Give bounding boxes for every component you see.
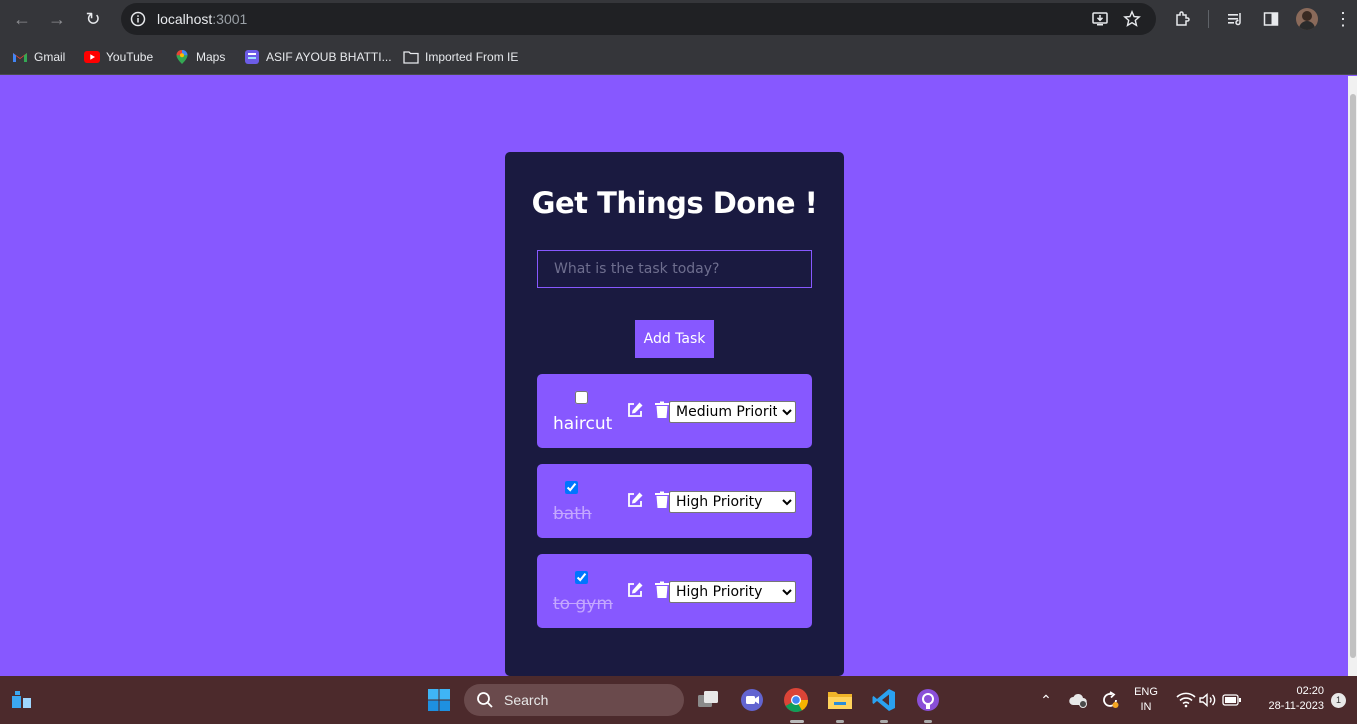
bookmark-label: Gmail: [34, 50, 66, 64]
task-item: to gym Low Priority Medium Priority High…: [537, 554, 812, 628]
task-label: bath: [553, 504, 592, 524]
delete-icon[interactable]: [654, 581, 670, 599]
app-title: Get Things Done !: [531, 186, 818, 220]
language-region: IN: [1140, 701, 1152, 713]
url-text: localhost:3001: [157, 11, 247, 27]
bookmark-label: Imported From IE: [425, 50, 519, 64]
page-scrollbar-thumb[interactable]: [1350, 94, 1356, 658]
site-info-icon[interactable]: [130, 11, 146, 27]
bookmark-label: ASIF AYOUB BHATTI...: [266, 50, 392, 64]
github-running-indicator: [924, 720, 932, 723]
language-indicator[interactable]: ENG IN: [1130, 686, 1162, 713]
delete-icon[interactable]: [654, 401, 670, 419]
task-complete-checkbox[interactable]: [575, 391, 588, 404]
bookmark-label: Maps: [196, 50, 226, 64]
edit-icon[interactable]: [626, 401, 644, 419]
clock-time: 02:20: [1296, 685, 1324, 697]
bookmark-star-icon[interactable]: [1123, 10, 1141, 28]
bookmark-maps[interactable]: Maps: [174, 47, 225, 67]
vscode-icon[interactable]: [868, 684, 900, 716]
github-desktop-icon[interactable]: [912, 684, 944, 716]
delete-icon[interactable]: [654, 491, 670, 509]
maps-icon: [174, 49, 190, 65]
add-task-button[interactable]: Add Task: [635, 320, 714, 358]
side-panel-icon[interactable]: [1260, 8, 1282, 30]
bookmark-profile-app[interactable]: ASIF AYOUB BHATTI...: [244, 47, 392, 67]
task-complete-checkbox[interactable]: [565, 481, 578, 494]
gmail-icon: [12, 49, 28, 65]
notification-badge[interactable]: 1: [1331, 693, 1346, 708]
youtube-icon: [84, 49, 100, 65]
todo-card: Get Things Done ! Add Task haircut Low P…: [505, 152, 844, 676]
toolbar-divider: [1208, 10, 1209, 28]
taskbar-search[interactable]: Search: [464, 684, 684, 716]
install-app-icon[interactable]: [1091, 10, 1109, 28]
bookmarks-bar: Gmail YouTube Maps ASIF AYOUB BHATTI... …: [0, 38, 1357, 75]
edit-icon[interactable]: [626, 491, 644, 509]
update-refresh-icon[interactable]: [1094, 684, 1126, 716]
task-label: haircut: [553, 414, 613, 434]
vscode-running-indicator: [880, 720, 888, 723]
edit-icon[interactable]: [626, 581, 644, 599]
start-windows-icon[interactable]: [423, 684, 455, 716]
address-bar[interactable]: localhost:3001: [121, 3, 1156, 35]
chrome-running-indicator: [790, 720, 804, 723]
reload-icon[interactable]: ↻: [82, 8, 104, 30]
file-explorer-icon[interactable]: [824, 684, 856, 716]
chrome-menu-icon[interactable]: ⋮: [1332, 8, 1354, 30]
url-host: localhost: [157, 11, 213, 27]
priority-select[interactable]: Low Priority Medium Priority High Priori…: [669, 581, 796, 603]
media-control-icon[interactable]: [1224, 8, 1246, 30]
priority-select[interactable]: Low Priority Medium Priority High Priori…: [669, 401, 796, 423]
clock[interactable]: 02:20 28-11-2023: [1254, 685, 1324, 712]
bookmark-label: YouTube: [106, 50, 154, 64]
windows-taskbar: Search ⌃ ENG IN 02:20 28-11-2023 1: [0, 676, 1357, 724]
back-icon[interactable]: ←: [11, 8, 33, 30]
teams-chat-icon[interactable]: [736, 684, 768, 716]
profile-app-icon: [244, 49, 260, 65]
browser-toolbar: ← → ↻ localhost:3001 ⋮: [0, 0, 1357, 38]
bookmark-gmail[interactable]: Gmail: [12, 47, 65, 67]
battery-icon[interactable]: [1216, 684, 1248, 716]
task-view-icon[interactable]: [692, 684, 724, 716]
task-item: bath Low Priority Medium Priority High P…: [537, 464, 812, 538]
url-port: :3001: [212, 11, 248, 27]
task-label: to gym: [553, 594, 613, 614]
task-item: haircut Low Priority Medium Priority Hig…: [537, 374, 812, 448]
search-label: Search: [504, 692, 549, 708]
search-icon: [477, 692, 493, 708]
bookmark-folder-imported[interactable]: Imported From IE: [403, 47, 518, 67]
task-complete-checkbox[interactable]: [575, 571, 588, 584]
forward-icon[interactable]: →: [46, 8, 68, 30]
clock-date: 28-11-2023: [1268, 700, 1324, 712]
onedrive-sync-icon[interactable]: [1062, 684, 1094, 716]
chrome-taskbar-icon[interactable]: [780, 684, 812, 716]
explorer-running-indicator: [836, 720, 844, 723]
profile-avatar[interactable]: [1296, 8, 1318, 30]
task-input[interactable]: [537, 250, 812, 288]
priority-select[interactable]: Low Priority Medium Priority High Priori…: [669, 491, 796, 513]
bookmark-youtube[interactable]: YouTube: [84, 47, 153, 67]
widgets-icon[interactable]: [6, 684, 38, 716]
extensions-icon[interactable]: [1171, 8, 1193, 30]
language-code: ENG: [1134, 686, 1158, 698]
chevron-up-icon[interactable]: ⌃: [1030, 684, 1062, 716]
folder-icon: [403, 49, 419, 65]
